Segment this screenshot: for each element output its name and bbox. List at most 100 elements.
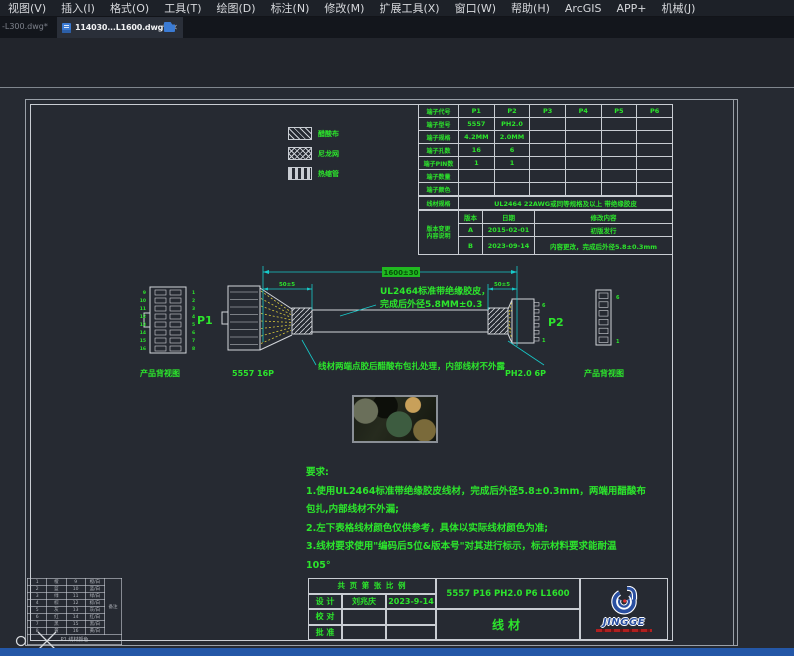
terminal-table-row: 端子颜色 <box>419 183 673 196</box>
terminal-table-row: 端子规格4.2MM2.0MM <box>419 131 673 144</box>
dim-total-text: 1600±30 <box>383 269 418 277</box>
svg-text:16: 16 <box>140 346 146 352</box>
color-table-cell: 黄/白 <box>85 628 104 635</box>
tab-inactive-partial[interactable]: -L300.dwg* <box>2 22 48 31</box>
jingge-logo-icon <box>609 586 639 616</box>
color-table-cell: 5 <box>28 607 47 614</box>
legend-label: 尼龙网 <box>318 149 339 159</box>
menu-item-6[interactable]: 修改(M) <box>324 0 364 16</box>
terminal-cell <box>459 170 495 183</box>
menu-item-5[interactable]: 标注(N) <box>271 0 310 16</box>
terminal-cell <box>601 157 637 170</box>
color-table-cell: 12 <box>66 600 85 607</box>
terminal-cell <box>565 157 601 170</box>
menu-item-10[interactable]: ArcGIS <box>565 2 602 15</box>
terminal-cell <box>530 118 566 131</box>
terminal-cell <box>565 131 601 144</box>
revision-header-cell: 修改内容 <box>535 211 673 224</box>
terminal-table-row: 端子数量 <box>419 170 673 183</box>
color-table-cell: 蓝/白 <box>85 586 104 593</box>
callout-line2: 完成后外径5.8MM±0.3 <box>380 298 482 310</box>
menu-item-12[interactable]: 机械(J) <box>662 0 696 16</box>
svg-text:6: 6 <box>542 303 546 309</box>
svg-text:1: 1 <box>192 290 195 296</box>
svg-text:14: 14 <box>140 330 146 336</box>
menu-item-0[interactable]: 视图(V) <box>8 0 46 16</box>
requirement-line-1: 1.使用UL2464标准带绝缘胶皮线材，完成后外径5.8±0.3mm，两端用醋酸… <box>306 483 606 502</box>
right-acetate-sleeve <box>488 308 508 334</box>
menu-bar: 视图(V) 插入(I) 格式(O) 工具(T) 绘图(D) 标注(N) 修改(M) 扩展工具(… <box>0 0 794 17</box>
terminal-cell: P2 <box>494 105 530 118</box>
menu-item-1[interactable]: 插入(I) <box>61 0 95 16</box>
terminal-cell <box>530 157 566 170</box>
color-table-cell: 橙 <box>47 579 66 586</box>
menu-item-9[interactable]: 帮助(H) <box>511 0 550 16</box>
terminal-cell: P6 <box>637 105 673 118</box>
titleblock-part-number: 5557 P16 PH2.0 P6 L1600 <box>436 578 580 609</box>
terminal-row-label: 端子代号 <box>419 105 459 118</box>
revision-cell: 内容更改，完成后外径5.8±0.3mm <box>535 237 673 255</box>
terminal-main-table: 端子代号P1P2P3P4P5P6端子型号5557PH2.0端子规格4.2MM2.… <box>418 104 673 196</box>
color-table-cell: 7 <box>28 621 47 628</box>
terminal-cell <box>565 170 601 183</box>
terminal-cell <box>565 144 601 157</box>
terminal-cell: P4 <box>565 105 601 118</box>
p1-pin-cavities <box>155 290 181 351</box>
p1-pin-numbers: 9 10 11 12 13 14 15 16 1 2 3 4 5 6 7 8 <box>140 290 195 352</box>
menu-item-2[interactable]: 格式(O) <box>110 0 149 16</box>
p1-label: P1 <box>197 314 213 327</box>
svg-text:1: 1 <box>542 338 546 344</box>
titleblock-label-design: 设 计 <box>308 594 342 610</box>
wire-spec-label: 线材规格 <box>419 197 459 210</box>
terminal-cell: P3 <box>530 105 566 118</box>
color-table-cell: 3 <box>28 593 47 600</box>
svg-text:10: 10 <box>140 298 146 304</box>
terminal-cell: 5557 <box>459 118 495 131</box>
requirement-line-3: 2.左下表格线材颜色仅供参考，具体以实际线材颜色为准; <box>306 520 606 539</box>
color-table-cell: 红 <box>47 614 66 621</box>
terminal-table-row: 端子型号5557PH2.0 <box>419 118 673 131</box>
tab-active[interactable]: 114030...L1600.dwg* ✕ <box>57 17 183 38</box>
drawing-canvas[interactable]: 端子代号P1P2P3P4P5P6端子型号5557PH2.0端子规格4.2MM2.… <box>0 88 794 648</box>
terminal-table-row: 端子孔数166 <box>419 144 673 157</box>
color-table-cell: 2 <box>28 586 47 593</box>
jingge-logo-text: JINGGE <box>603 617 645 628</box>
menu-item-11[interactable]: APP+ <box>617 2 647 15</box>
hatch-legend: 醋酸布 尼龙网 热缩管 <box>288 127 339 187</box>
revision-cell: 2023-09-14 <box>483 237 535 255</box>
terminal-cell: 6 <box>494 144 530 157</box>
color-table-cell: 13 <box>66 607 85 614</box>
color-table-cell: 4 <box>28 600 47 607</box>
requirement-line-4: 3.线材要求使用"编码后5位&版本号"对其进行标示，标示材料要求能耐温 <box>306 538 606 557</box>
svg-text:1: 1 <box>616 339 620 345</box>
terminal-table-body: 端子代号P1P2P3P4P5P6端子型号5557PH2.0端子规格4.2MM2.… <box>419 105 673 196</box>
menu-item-3[interactable]: 工具(T) <box>164 0 201 16</box>
color-table-cell: 1 <box>28 579 47 586</box>
legend-row-heatshrink: 热缩管 <box>288 167 339 180</box>
dim-left-text: 50±5 <box>279 282 295 288</box>
svg-text:6: 6 <box>616 295 620 301</box>
titleblock-approve-name <box>342 625 386 641</box>
p2-side-view <box>512 299 534 343</box>
taskbar-strip <box>0 648 794 656</box>
menu-item-8[interactable]: 窗口(W) <box>455 0 496 16</box>
color-table-cell: 15 <box>66 621 85 628</box>
svg-text:6: 6 <box>192 330 195 336</box>
dim-right-text: 50±5 <box>494 282 510 288</box>
terminal-cell <box>530 170 566 183</box>
svg-text:7: 7 <box>192 338 195 344</box>
svg-text:8: 8 <box>192 346 195 352</box>
color-table-cell: 11 <box>66 593 85 600</box>
color-table-cell: 灰 <box>47 607 66 614</box>
terminal-cell <box>637 131 673 144</box>
menu-item-7[interactable]: 扩展工具(X) <box>379 0 439 16</box>
titleblock-design-date: 2023-9-14 <box>386 594 436 610</box>
svg-text:2: 2 <box>192 298 195 304</box>
titleblock-part-name: 线材 <box>436 609 580 640</box>
dashed-swatch <box>288 167 312 180</box>
color-table-cell: 蓝 <box>47 586 66 593</box>
menu-item-4[interactable]: 绘图(D) <box>217 0 256 16</box>
titleblock-header-row: 共 页 第 张 比 例 <box>308 578 436 594</box>
dwg-file-icon <box>62 23 71 33</box>
svg-text:4: 4 <box>192 314 195 320</box>
